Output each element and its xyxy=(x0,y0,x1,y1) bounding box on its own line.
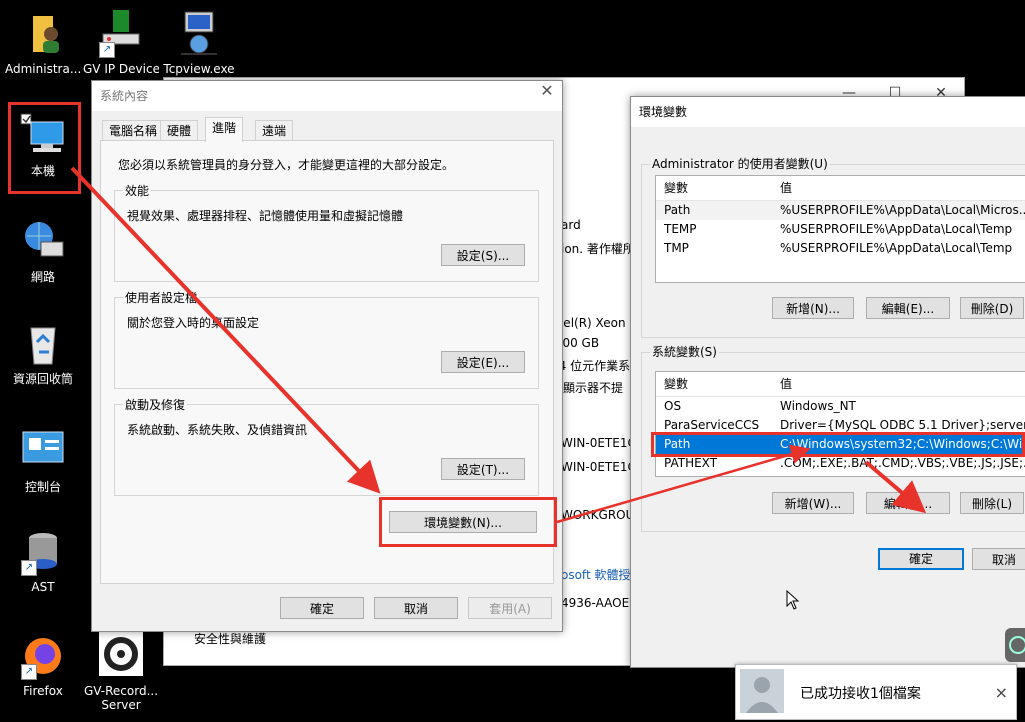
file-received-toast[interactable]: 已成功接收1個檔案 × xyxy=(735,664,1017,720)
annotation-arrows xyxy=(70,166,927,524)
toast-close-icon[interactable]: × xyxy=(995,683,1008,702)
tab-advanced[interactable]: 進階 xyxy=(205,117,244,142)
annotation-arrow-to-env xyxy=(70,166,381,494)
annotation-arrow-to-path xyxy=(556,444,811,524)
toast-message: 已成功接收1個檔案 xyxy=(800,686,921,702)
user-avatar-icon xyxy=(740,669,784,713)
annotation-arrow-to-edit xyxy=(864,460,927,514)
